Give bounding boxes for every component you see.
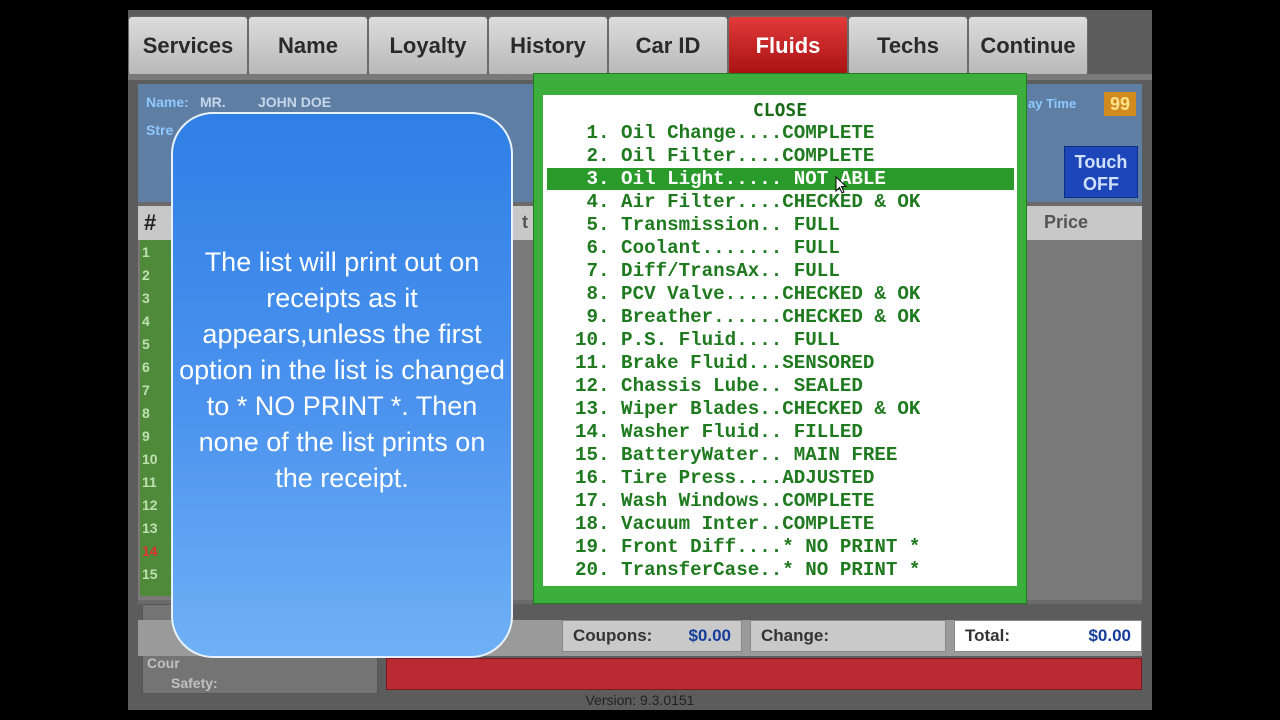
- name-title: MR.: [200, 94, 226, 110]
- summary-label: Cour: [147, 655, 180, 671]
- fluid-item[interactable]: 10. P.S. Fluid.... FULL: [547, 329, 1014, 351]
- tab-continue[interactable]: Continue: [968, 16, 1088, 76]
- tab-history[interactable]: History: [488, 16, 608, 76]
- tab-loyalty[interactable]: Loyalty: [368, 16, 488, 76]
- mouse-cursor-icon: [835, 176, 847, 194]
- daytime-label: ay Time: [1028, 96, 1077, 111]
- fluid-item[interactable]: 18. Vacuum Inter..COMPLETE: [547, 513, 1014, 535]
- version-label: Version: 9.3.0151: [585, 692, 695, 708]
- fluid-item[interactable]: 2. Oil Filter....COMPLETE: [547, 145, 1014, 167]
- fluid-item[interactable]: 7. Diff/TransAx.. FULL: [547, 260, 1014, 282]
- fluid-item[interactable]: 14. Washer Fluid.. FILLED: [547, 421, 1014, 443]
- name-label: Name:: [146, 94, 189, 110]
- fluid-item[interactable]: 16. Tire Press....ADJUSTED: [547, 467, 1014, 489]
- total-field: Total: $0.00: [954, 620, 1142, 652]
- total-label: Total:: [965, 626, 1011, 645]
- tab-car-id[interactable]: Car ID: [608, 16, 728, 76]
- fluid-item[interactable]: 19. Front Diff....* NO PRINT *: [547, 536, 1014, 558]
- fluids-list: CLOSE 1. Oil Change....COMPLETE 2. Oil F…: [543, 95, 1017, 586]
- fluid-item[interactable]: 6. Coolant....... FULL: [547, 237, 1014, 259]
- column-price-header: Price: [1044, 212, 1089, 232]
- coupons-value: $0.00: [688, 626, 731, 645]
- fluid-item[interactable]: 8. PCV Valve.....CHECKED & OK: [547, 283, 1014, 305]
- fluids-popup: CLOSE 1. Oil Change....COMPLETE 2. Oil F…: [533, 73, 1027, 604]
- coupons-field: Coupons: $0.00: [562, 620, 742, 652]
- tab-name[interactable]: Name: [248, 16, 368, 76]
- tab-bar: Services Name Loyalty History Car ID Flu…: [128, 16, 1152, 76]
- close-button[interactable]: CLOSE: [543, 100, 1017, 121]
- tutorial-callout: The list will print out on receipts as i…: [171, 112, 513, 658]
- fluid-item[interactable]: 9. Breather......CHECKED & OK: [547, 306, 1014, 328]
- fluid-item[interactable]: 20. TransferCase..* NO PRINT *: [547, 559, 1014, 581]
- tab-fluids[interactable]: Fluids: [728, 16, 848, 76]
- total-value: $0.00: [1088, 626, 1131, 645]
- column-number-header: #: [144, 210, 157, 235]
- summary-label: Safety:: [171, 675, 218, 691]
- status-bar: [386, 658, 1142, 690]
- change-field: Change:: [750, 620, 946, 652]
- street-label: Stre: [146, 122, 174, 138]
- fluid-item[interactable]: 13. Wiper Blades..CHECKED & OK: [547, 398, 1014, 420]
- tab-techs[interactable]: Techs: [848, 16, 968, 76]
- fluid-item[interactable]: 3. Oil Light..... NOT ABLE: [547, 168, 1014, 190]
- daytime-value: 99: [1104, 92, 1136, 116]
- name-value: JOHN DOE: [258, 94, 332, 110]
- tab-services[interactable]: Services: [128, 16, 248, 76]
- fluid-item[interactable]: 1. Oil Change....COMPLETE: [547, 122, 1014, 144]
- fluid-item[interactable]: 15. BatteryWater.. MAIN FREE: [547, 444, 1014, 466]
- touch-off-button[interactable]: Touch OFF: [1064, 146, 1138, 198]
- coupons-label: Coupons:: [573, 626, 653, 645]
- fluid-item[interactable]: 11. Brake Fluid...SENSORED: [547, 352, 1014, 374]
- change-label: Change:: [761, 626, 829, 645]
- fluid-item[interactable]: 12. Chassis Lube.. SEALED: [547, 375, 1014, 397]
- fluid-item[interactable]: 5. Transmission.. FULL: [547, 214, 1014, 236]
- fluid-item[interactable]: 17. Wash Windows..COMPLETE: [547, 490, 1014, 512]
- fluid-item[interactable]: 4. Air Filter....CHECKED & OK: [547, 191, 1014, 213]
- tutorial-text: The list will print out on receipts as i…: [179, 247, 505, 493]
- column-header-fragment: t: [522, 212, 528, 232]
